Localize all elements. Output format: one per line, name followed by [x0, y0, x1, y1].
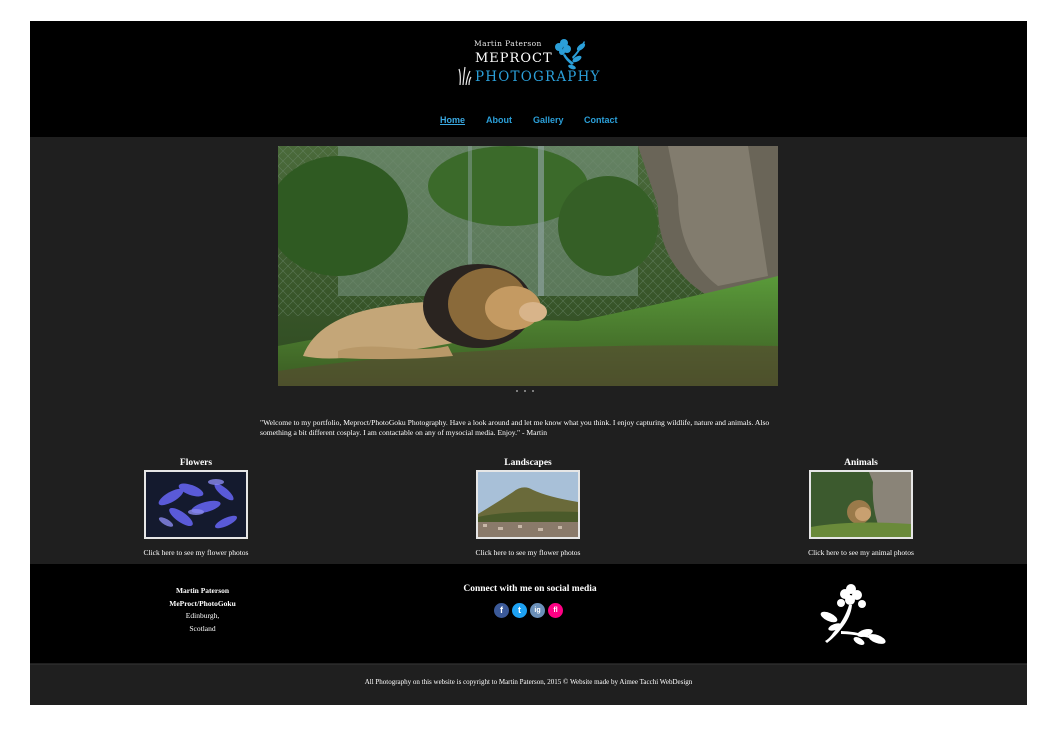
- logo-tagline: PHOTOGRAPHY: [475, 69, 601, 85]
- nav-gallery[interactable]: Gallery: [533, 115, 564, 125]
- logo-subtitle: Martin Paterson: [474, 39, 542, 48]
- category-title: Animals: [844, 458, 878, 468]
- nav-about[interactable]: About: [486, 115, 512, 125]
- social-heading: Connect with me on social media: [463, 584, 597, 594]
- category-landscapes: Landscapes Click here to see my flower p…: [453, 457, 603, 557]
- landscapes-thumbnail[interactable]: [476, 470, 580, 539]
- slide-dot[interactable]: [532, 390, 534, 392]
- slide-dot[interactable]: [524, 390, 526, 392]
- footer: Martin Paterson MeProct/PhotoGoku Edinbu…: [30, 564, 1027, 663]
- grass-icon: [458, 66, 472, 85]
- slide-dot[interactable]: [516, 390, 518, 392]
- footer-brand: MeProct/PhotoGoku: [169, 598, 236, 608]
- welcome-text: "Welcome to my portfolio, Meproct/PhotoG…: [260, 418, 770, 437]
- nav-home[interactable]: Home: [440, 115, 465, 125]
- page-container: Martin Paterson MEPROCT PHOTOGRAPHY Home…: [30, 21, 1027, 705]
- copyright-bar: All Photography on this website is copyr…: [30, 664, 1027, 705]
- instagram-icon[interactable]: ig: [530, 603, 545, 618]
- category-animals: Animals Click here to see my animal phot…: [786, 457, 936, 557]
- category-flowers: Flowers Click here to see my flower phot…: [121, 457, 271, 557]
- animals-thumbnail[interactable]: [809, 470, 913, 539]
- category-link[interactable]: Click here to see my animal photos: [786, 548, 936, 557]
- logo-title: MEPROCT: [475, 51, 553, 66]
- flowers-thumbnail[interactable]: [144, 470, 248, 539]
- footer-name: Martin Paterson: [175, 586, 230, 595]
- twitter-icon[interactable]: t: [512, 603, 527, 618]
- nav-contact[interactable]: Contact: [584, 115, 618, 125]
- category-title: Landscapes: [504, 458, 552, 468]
- flower-icon: [820, 584, 886, 645]
- flower-icon: [555, 39, 586, 70]
- hero-slideshow-image[interactable]: [278, 146, 778, 386]
- copyright-text: All Photography on this website is copyr…: [364, 678, 693, 686]
- contact-address: Martin Paterson MeProct/PhotoGoku Edinbu…: [150, 585, 255, 635]
- category-link[interactable]: Click here to see my flower photos: [453, 548, 603, 557]
- header: Martin Paterson MEPROCT PHOTOGRAPHY Home…: [30, 21, 1027, 137]
- lion-photo: [278, 146, 778, 386]
- main-nav: Home About Gallery Contact: [30, 115, 1027, 131]
- footer-country: Scotland: [189, 623, 216, 633]
- facebook-icon[interactable]: f: [494, 603, 509, 618]
- category-title: Flowers: [179, 458, 213, 468]
- site-logo[interactable]: Martin Paterson MEPROCT PHOTOGRAPHY: [458, 35, 601, 93]
- flickr-icon[interactable]: fl: [548, 603, 563, 618]
- slideshow-dots: [516, 390, 546, 394]
- footer-city: Edinburgh,: [185, 611, 220, 620]
- category-link[interactable]: Click here to see my flower photos: [121, 548, 271, 557]
